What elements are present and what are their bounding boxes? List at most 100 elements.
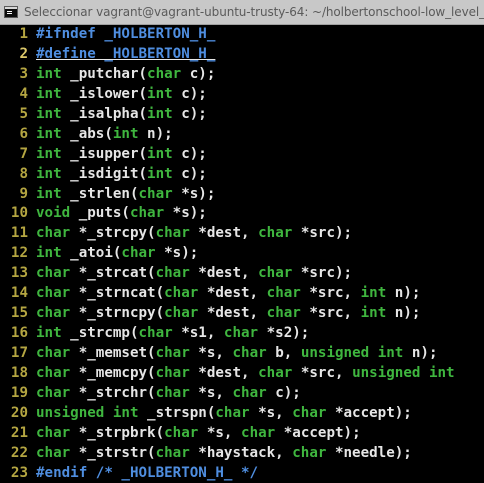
type-keyword: char: [155, 345, 190, 361]
code-token: c);: [172, 85, 207, 102]
type-keyword: char: [36, 424, 71, 441]
code-line[interactable]: 3 int _putchar(char c);: [0, 65, 484, 85]
code-line[interactable]: 13 char *_strcat(char *dest, char *src);: [0, 264, 484, 284]
type-keyword: char: [155, 384, 190, 401]
type-keyword: char: [155, 444, 190, 461]
code-token: n);: [138, 125, 173, 142]
type-keyword: char: [258, 364, 293, 381]
type-keyword: int: [36, 245, 62, 262]
code-line[interactable]: 4 int _islower(int c);: [0, 85, 484, 105]
code-line[interactable]: 5 int _isalpha(int c);: [0, 105, 484, 125]
code-token: *_memcpy(: [70, 364, 156, 381]
code-token: *s);: [172, 185, 216, 202]
line-number: 3: [19, 65, 28, 82]
line-number: 5: [19, 105, 28, 122]
code-token: *accept);: [275, 424, 361, 441]
type-keyword: int: [36, 325, 62, 342]
terminal-window: Seleccionar vagrant@vagrant-ubuntu-trust…: [0, 0, 484, 483]
code-line[interactable]: 6 int _abs(int n);: [0, 125, 484, 145]
code-token: _islower(: [61, 85, 148, 102]
code-token: *src,: [300, 285, 361, 302]
terminal-icon[interactable]: [4, 6, 18, 18]
code-text: int _strcmp(char *s1, char *s2);: [36, 325, 309, 341]
code-token: *_strchr(: [70, 384, 156, 401]
code-token: *needle);: [326, 444, 412, 461]
code-token: *dest,: [189, 364, 259, 381]
type-keyword: int: [36, 85, 62, 102]
code-token: *_strpbrk(: [70, 424, 165, 441]
code-token: *_strncpy(: [70, 305, 165, 322]
code-line[interactable]: 22 char *_strstr(char *haystack, char *ne…: [0, 444, 484, 464]
code-line[interactable]: 8 int _isdigit(int c);: [0, 165, 484, 185]
line-number: 18: [10, 364, 28, 381]
type-keyword: char: [155, 225, 190, 242]
type-keyword: void: [36, 205, 71, 222]
code-text: char *_strchr(char *s, char c);: [36, 385, 301, 401]
code-token: _isdigit(: [61, 165, 148, 182]
line-number: 15: [10, 305, 28, 322]
type-keyword: char: [292, 444, 327, 461]
code-token: *s,: [198, 424, 242, 441]
type-keyword: int: [36, 105, 62, 122]
code-line[interactable]: 16 int _strcmp(char *s1, char *s2);: [0, 324, 484, 344]
code-text: char *_strpbrk(char *s, char *accept);: [36, 425, 361, 441]
code-line[interactable]: 11 char *_strcpy(char *dest, char *src);: [0, 224, 484, 244]
code-line[interactable]: 12 int _atoi(char *s);: [0, 244, 484, 264]
type-keyword: unsigned int: [36, 404, 139, 421]
code-text: char *_strcpy(char *dest, char *src);: [36, 225, 352, 241]
line-number: 23: [10, 464, 28, 481]
line-number: 12: [10, 245, 28, 262]
type-keyword: int: [147, 145, 173, 162]
window-title: Seleccionar vagrant@vagrant-ubuntu-trust…: [24, 5, 484, 19]
line-number: 11: [10, 225, 28, 242]
type-keyword: char: [138, 325, 173, 342]
type-keyword: char: [164, 305, 199, 322]
code-token: _strspn(: [138, 404, 216, 421]
line-number: 7: [19, 145, 28, 162]
code-line[interactable]: 14 char *_strncat(char *dest, char *src, …: [0, 284, 484, 304]
type-keyword: char: [258, 225, 293, 242]
type-keyword: int: [147, 165, 173, 182]
type-keyword: char: [232, 384, 267, 401]
code-line[interactable]: 9 int _strlen(char *s);: [0, 185, 484, 205]
title-bar[interactable]: Seleccionar vagrant@vagrant-ubuntu-trust…: [0, 0, 484, 25]
code-text: int _isupper(int c);: [36, 146, 207, 162]
code-token: *accept);: [326, 404, 412, 421]
code-token: *s,: [249, 404, 293, 421]
code-line[interactable]: 10 void _puts(char *s);: [0, 204, 484, 224]
code-text: char *_memcpy(char *dest, char *src, uns…: [36, 365, 455, 381]
code-line[interactable]: 19 char *_strchr(char *s, char c);: [0, 384, 484, 404]
code-text: char *_strstr(char *haystack, char *need…: [36, 445, 412, 461]
code-line[interactable]: 2 #define _HOLBERTON_H_: [0, 45, 484, 65]
code-line[interactable]: 7 int _isupper(int c);: [0, 145, 484, 165]
type-keyword: char: [292, 404, 327, 421]
code-text: char *_memset(char *s, char b, unsigned …: [36, 345, 438, 361]
code-editor[interactable]: 1 #ifndef _HOLBERTON_H_ 2 #define _HOLBERTO…: [0, 25, 484, 483]
code-line[interactable]: 18 char *_memcpy(char *dest, char *src, u…: [0, 364, 484, 384]
code-token: *dest,: [189, 225, 259, 242]
code-line[interactable]: 17 char *_memset(char *s, char b, unsigne…: [0, 344, 484, 364]
code-line[interactable]: 20 unsigned int _strspn(char *s, char *ac…: [0, 404, 484, 424]
code-token: *dest,: [198, 305, 267, 322]
type-keyword: char: [258, 265, 293, 282]
code-line[interactable]: 21 char *_strpbrk(char *s, char *accept);: [0, 424, 484, 444]
type-keyword: char: [129, 205, 165, 222]
code-text: #endif /* _HOLBERTON_H_ */: [36, 465, 258, 481]
type-keyword: char: [164, 285, 199, 302]
type-keyword: int: [147, 85, 173, 102]
code-token: *s,: [189, 384, 233, 401]
code-token: c);: [172, 145, 207, 162]
code-token: _abs(: [61, 125, 113, 142]
type-keyword: int: [36, 145, 62, 162]
type-keyword: int: [36, 165, 62, 182]
line-number: 6: [19, 125, 28, 142]
type-keyword: char: [241, 424, 276, 441]
code-line[interactable]: 1 #ifndef _HOLBERTON_H_: [0, 25, 484, 45]
code-line[interactable]: 15 char *_strncpy(char *dest, char *src, …: [0, 304, 484, 324]
line-number: 13: [10, 265, 28, 282]
code-token: n);: [403, 345, 438, 361]
type-keyword: char: [36, 265, 71, 282]
code-line[interactable]: 23 #endif /* _HOLBERTON_H_ */: [0, 464, 484, 483]
code-token: *dest,: [189, 265, 259, 282]
type-keyword: char: [223, 325, 259, 342]
